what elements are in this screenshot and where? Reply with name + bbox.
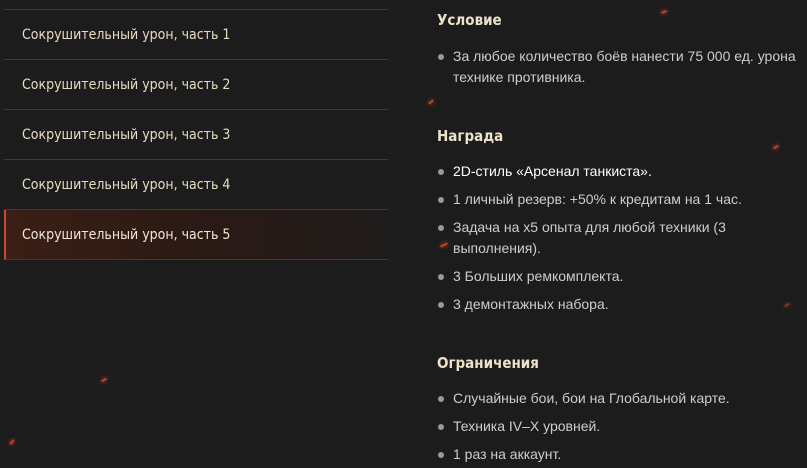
bullet-icon xyxy=(438,225,444,231)
bullet-icon xyxy=(438,452,444,458)
reward-text: 2D-стиль «Арсенал танкиста». xyxy=(453,163,652,179)
spark-decoration xyxy=(100,377,108,383)
bullet-icon xyxy=(438,396,444,402)
mission-label: Сокрушительный урон, часть 5 xyxy=(22,226,231,243)
reward-item: 3 демонтажных набора. xyxy=(437,294,807,315)
mission-label: Сокрушительный урон, часть 1 xyxy=(22,26,231,43)
restriction-text: Случайные бои, бои на Глобальной карте. xyxy=(453,390,730,406)
mission-label: Сокрушительный урон, часть 2 xyxy=(22,76,231,93)
mission-label: Сокрушительный урон, часть 4 xyxy=(22,176,231,193)
mission-item-3[interactable]: Сокрушительный урон, часть 3 xyxy=(4,110,388,160)
spark-decoration xyxy=(9,439,15,445)
restriction-item: Техника IV–X уровней. xyxy=(437,416,807,437)
restriction-text: Техника IV–X уровней. xyxy=(453,418,601,434)
condition-title: Условие xyxy=(437,11,502,29)
mission-item-4[interactable]: Сокрушительный урон, часть 4 xyxy=(4,160,388,210)
spark-decoration xyxy=(428,99,434,105)
restriction-text: 1 раз на аккаунт. xyxy=(453,446,562,462)
spark-decoration xyxy=(660,10,668,14)
mission-label: Сокрушительный урон, часть 3 xyxy=(22,126,231,143)
mission-item-1[interactable]: Сокрушительный урон, часть 1 xyxy=(4,10,388,60)
restriction-item: Случайные бои, бои на Глобальной карте. xyxy=(437,388,807,409)
spark-decoration xyxy=(772,144,780,150)
restriction-item: 1 раз на аккаунт. xyxy=(437,444,807,465)
reward-item: 2D-стиль «Арсенал танкиста». xyxy=(437,161,807,182)
restrictions-title: Ограничения xyxy=(437,354,539,372)
reward-title: Награда xyxy=(437,127,504,145)
reward-text: Задача на x5 опыта для любой техники (3 … xyxy=(453,219,726,256)
reward-item: 3 Больших ремкомплекта. xyxy=(437,266,807,287)
bullet-icon xyxy=(438,424,444,430)
reward-item: Задача на x5 опыта для любой техники (3 … xyxy=(437,217,807,259)
reward-text: 1 личный резерв: +50% к кредитам на 1 ча… xyxy=(453,191,742,207)
mission-list: Сокрушительный урон, часть 1 Сокрушитель… xyxy=(4,9,388,260)
mission-item-5-selected[interactable]: Сокрушительный урон, часть 5 xyxy=(4,210,388,260)
reward-text: 3 демонтажных набора. xyxy=(453,296,609,312)
bullet-icon xyxy=(438,274,444,280)
condition-item: За любое количество боёв нанести 75 000 … xyxy=(437,46,807,88)
condition-list: За любое количество боёв нанести 75 000 … xyxy=(437,46,807,95)
bullet-icon xyxy=(438,54,444,60)
reward-list: 2D-стиль «Арсенал танкиста». 1 личный ре… xyxy=(437,161,807,322)
reward-item: 1 личный резерв: +50% к кредитам на 1 ча… xyxy=(437,189,807,210)
reward-text: 3 Больших ремкомплекта. xyxy=(453,268,624,284)
condition-text: За любое количество боёв нанести 75 000 … xyxy=(453,48,796,85)
bullet-icon xyxy=(438,197,444,203)
bullet-icon xyxy=(438,302,444,308)
mission-item-2[interactable]: Сокрушительный урон, часть 2 xyxy=(4,60,388,110)
bullet-icon xyxy=(438,169,444,175)
restrictions-list: Случайные бои, бои на Глобальной карте. … xyxy=(437,388,807,468)
page: Сокрушительный урон, часть 1 Сокрушитель… xyxy=(0,0,807,468)
